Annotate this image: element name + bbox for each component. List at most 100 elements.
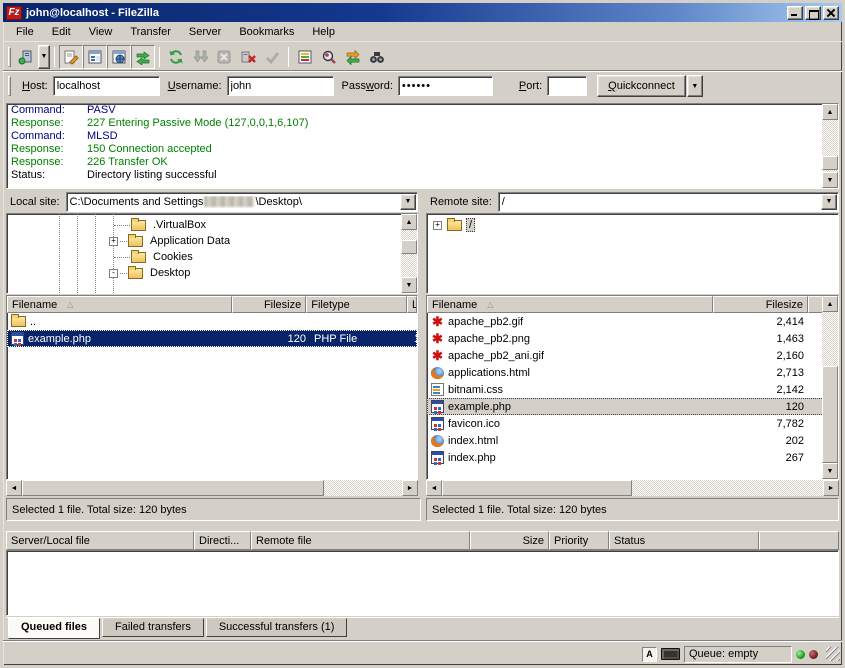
menu-view[interactable]: View <box>80 24 122 40</box>
menu-bookmarks[interactable]: Bookmarks <box>230 24 303 40</box>
scroll-left-button[interactable]: ◄ <box>426 480 442 496</box>
resize-grip[interactable] <box>826 647 840 661</box>
quickbar-grip[interactable] <box>8 76 11 96</box>
transfer-queue-toggle-button[interactable] <box>131 45 155 69</box>
process-queue-button[interactable] <box>188 45 212 69</box>
file-row[interactable]: index.php 267 <box>427 449 838 466</box>
menu-transfer[interactable]: Transfer <box>121 24 180 40</box>
close-button[interactable] <box>823 6 839 20</box>
file-row[interactable]: favicon.ico 7,782 <box>427 415 838 432</box>
column-header-filename[interactable]: Filename△ <box>427 296 713 313</box>
remote-treeview-toggle-button[interactable] <box>107 45 131 69</box>
quickconnect-dropdown[interactable]: ▼ <box>687 75 703 97</box>
remote-hscrollbar[interactable]: ◄ ► <box>426 480 839 496</box>
html-file-icon <box>431 435 444 447</box>
queue-tabs: Queued files Failed transfers Successful… <box>6 617 839 638</box>
file-row-example-php[interactable]: example.php 120 <box>427 398 838 415</box>
cancel-button[interactable] <box>212 45 236 69</box>
menu-help[interactable]: Help <box>303 24 344 40</box>
scroll-up-button[interactable]: ▲ <box>822 104 838 120</box>
directory-comparison-button[interactable] <box>317 45 341 69</box>
combo-dropdown-icon[interactable]: ▼ <box>821 194 837 210</box>
file-row[interactable]: apache_pb2_ani.gif 2,160 <box>427 347 838 364</box>
file-row[interactable]: apache_pb2.png 1,463 <box>427 330 838 347</box>
local-tree-scrollbar[interactable]: ▲ ▼ <box>401 214 417 293</box>
synchronized-browsing-button[interactable] <box>341 45 365 69</box>
message-log-toggle-button[interactable] <box>59 45 83 69</box>
column-header-status[interactable]: Status <box>609 531 759 550</box>
file-row-parent-dir[interactable]: .. <box>7 313 417 330</box>
remote-list-scrollbar[interactable]: ▲ ▼ <box>822 296 838 479</box>
local-treeview-toggle-button[interactable] <box>83 45 107 69</box>
app-icon[interactable]: Fz <box>6 6 22 20</box>
menu-file[interactable]: File <box>7 24 43 40</box>
tab-successful-transfers[interactable]: Successful transfers (1) <box>206 618 348 637</box>
column-header-size[interactable]: Size <box>470 531 549 550</box>
scroll-left-button[interactable]: ◄ <box>6 480 22 496</box>
maximize-button[interactable] <box>805 6 821 20</box>
collapse-icon[interactable]: - <box>109 269 118 278</box>
disconnect-button[interactable] <box>236 45 260 69</box>
file-row[interactable]: bitnami.css 2,142 <box>427 381 838 398</box>
scroll-up-button[interactable]: ▲ <box>822 296 838 312</box>
site-manager-dropdown[interactable]: ▼ <box>38 45 50 69</box>
file-row[interactable]: apache_pb2.gif 2,414 <box>427 313 838 330</box>
sort-ascending-icon: △ <box>487 300 493 309</box>
find-files-button[interactable] <box>365 45 389 69</box>
scroll-up-button[interactable]: ▲ <box>401 214 417 230</box>
tree-item-cookies[interactable]: Cookies <box>114 249 196 265</box>
quickconnect-button[interactable]: Quickconnect <box>597 75 686 97</box>
column-header-direction[interactable]: Directi... <box>194 531 251 550</box>
file-row[interactable]: index.html 202 <box>427 432 838 449</box>
site-manager-button[interactable] <box>14 45 38 69</box>
filter-button[interactable] <box>293 45 317 69</box>
tab-queued-files[interactable]: Queued files <box>8 618 100 639</box>
column-header-server-local-file[interactable]: Server/Local file <box>6 531 194 550</box>
port-input[interactable] <box>547 76 587 96</box>
file-row-example-php[interactable]: example.php 120 PHP File 1 <box>7 330 417 347</box>
minimize-button[interactable] <box>787 6 803 20</box>
tree-item-desktop[interactable]: - Desktop <box>109 265 193 281</box>
title-bar[interactable]: Fz john@localhost - FileZilla <box>3 3 842 22</box>
scroll-thumb[interactable] <box>442 480 632 496</box>
host-input[interactable] <box>53 76 160 96</box>
column-header-priority[interactable]: Priority <box>549 531 609 550</box>
refresh-button[interactable] <box>164 45 188 69</box>
expand-icon[interactable]: + <box>433 221 442 230</box>
scroll-thumb[interactable] <box>22 480 324 496</box>
password-input[interactable] <box>398 76 493 96</box>
scroll-thumb[interactable] <box>822 366 838 463</box>
file-row[interactable]: applications.html 2,713 <box>427 364 838 381</box>
column-header-filename[interactable]: Filename△ <box>7 296 232 313</box>
column-header-filesize[interactable]: Filesize <box>232 296 306 313</box>
username-input[interactable] <box>227 76 334 96</box>
menu-edit[interactable]: Edit <box>43 24 80 40</box>
scroll-down-button[interactable]: ▼ <box>822 172 838 188</box>
local-site-combobox[interactable]: C:\Documents and Settings\Desktop\ ▼ <box>66 192 418 212</box>
image-file-icon <box>431 315 444 328</box>
tree-item-application-data[interactable]: + Application Data <box>109 233 233 249</box>
tree-item-virtualbox[interactable]: .VirtualBox <box>114 217 209 233</box>
column-header-remote-file[interactable]: Remote file <box>251 531 470 550</box>
sort-ascending-icon: △ <box>67 300 73 309</box>
menu-server[interactable]: Server <box>180 24 230 40</box>
scroll-right-button[interactable]: ► <box>402 480 418 496</box>
toolbar-grip[interactable] <box>8 47 11 67</box>
log-scrollbar[interactable]: ▲ ▼ <box>822 104 838 188</box>
scroll-thumb[interactable] <box>822 156 838 170</box>
tree-item-root[interactable]: + / <box>433 217 475 233</box>
combo-dropdown-icon[interactable]: ▼ <box>400 194 416 210</box>
log-line: Response:227 Entering Passive Mode (127,… <box>7 117 838 130</box>
column-header-filesize[interactable]: Filesize <box>713 296 808 313</box>
column-header-filetype[interactable]: Filetype <box>306 296 407 313</box>
scroll-right-button[interactable]: ► <box>823 480 839 496</box>
scroll-thumb[interactable] <box>401 240 417 254</box>
tab-failed-transfers[interactable]: Failed transfers <box>102 618 204 637</box>
scroll-down-button[interactable]: ▼ <box>822 463 838 479</box>
remote-site-combobox[interactable]: / ▼ <box>498 192 839 212</box>
local-hscrollbar[interactable]: ◄ ► <box>6 480 418 496</box>
abort-button[interactable] <box>260 45 284 69</box>
expand-icon[interactable]: + <box>109 237 118 246</box>
column-header-lastmodified[interactable]: L <box>407 296 417 313</box>
scroll-down-button[interactable]: ▼ <box>401 277 417 293</box>
